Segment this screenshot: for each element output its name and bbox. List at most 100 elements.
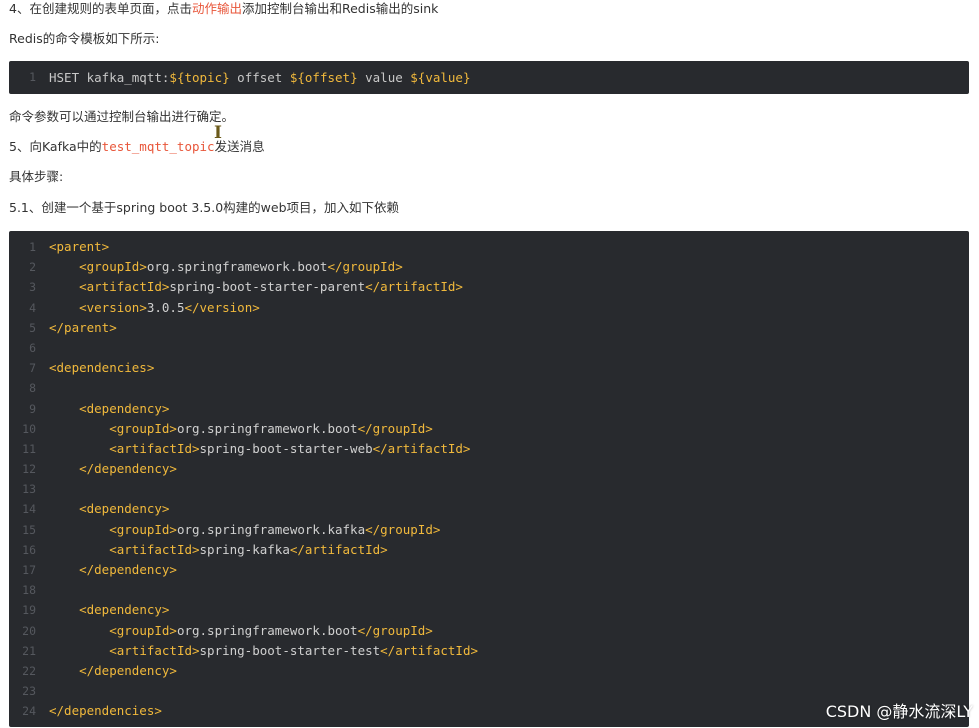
xml-text: spring-boot-starter-web: [199, 440, 373, 456]
steps-label: 具体步骤:: [9, 169, 64, 184]
code-segment: value: [357, 70, 411, 85]
code-line: 17 </dependency>: [9, 560, 969, 580]
xml-close-tag: </artifactId>: [380, 642, 478, 658]
line-number: 2: [29, 260, 36, 275]
xml-open-tag: <groupId>: [109, 420, 177, 436]
xml-close-tag: </artifactId>: [372, 440, 471, 456]
csdn-watermark: CSDN @静水流深LY: [825, 702, 973, 721]
code-line: 3 <artifactId> spring-boot-starter-parent…: [9, 277, 969, 297]
code-line: 1 HSET kafka_mqtt: ${topic} offset ${offse…: [9, 61, 969, 94]
code-line: 7 <dependencies>: [9, 358, 969, 378]
code-line: 15 <groupId> org.springframework.kafka </g…: [9, 520, 969, 540]
step5-prefix: 5、向Kafka中的: [9, 139, 102, 154]
code-line: 21 <artifactId> spring-boot-starter-test <…: [9, 641, 969, 661]
line-number: 10: [22, 421, 36, 436]
xml-open-tag: <artifactId>: [109, 642, 200, 658]
code-line: 19 <dependency>: [9, 600, 969, 620]
xml-close-tag: </groupId>: [327, 259, 403, 275]
xml-open-tag: <artifactId>: [109, 440, 200, 456]
xml-open-tag: <version>: [79, 299, 147, 315]
redis-template-label: Redis的命令模板如下所示:: [9, 31, 160, 46]
code-line: 2 <groupId> org.springframework.boot </gro…: [9, 257, 969, 277]
line-number: 3: [29, 280, 36, 295]
line-number: 4: [29, 300, 36, 315]
xml-text: org.springframework.kafka: [176, 521, 366, 537]
line-number: 9: [29, 401, 36, 416]
code-line: 5 </parent>: [9, 318, 969, 338]
xml-close-tag: </groupId>: [357, 420, 433, 436]
template-variable: ${offset}: [289, 70, 358, 85]
xml-open-tag: <dependency>: [79, 602, 170, 618]
line-number: 19: [22, 603, 36, 618]
code-line: 14 <dependency>: [9, 499, 969, 519]
line-number: 5: [29, 320, 36, 335]
xml-text: 3.0.5: [146, 299, 185, 315]
code-line: 18: [9, 580, 969, 600]
line-number: 18: [22, 583, 36, 598]
code-line: 4 <version> 3.0.5 </version>: [9, 298, 969, 318]
step4-paragraph: 4、在创建规则的表单页面，点击动作输出添加控制台输出和Redis输出的sink: [9, 0, 438, 18]
line-number: 16: [22, 542, 36, 557]
code-line: 16 <artifactId> spring-kafka </artifactId>: [9, 540, 969, 560]
code-line: 20 <groupId> org.springframework.boot </gr…: [9, 621, 969, 641]
xml-open-tag: </dependencies>: [49, 703, 162, 719]
xml-open-tag: <dependency>: [79, 400, 170, 416]
line-number: 17: [22, 563, 36, 577]
xml-close-tag: </groupId>: [365, 521, 441, 537]
xml-close-tag: </groupId>: [357, 622, 433, 638]
line-number: 14: [22, 502, 36, 517]
xml-text: spring-boot-starter-test: [199, 642, 381, 658]
xml-open-tag: </dependency>: [79, 662, 177, 678]
xml-text: org.springframework.boot: [146, 259, 328, 275]
step5-suffix: 发送消息: [214, 139, 265, 154]
line-number: 7: [29, 361, 36, 376]
code-line: 10 <groupId> org.springframework.boot </gr…: [9, 419, 969, 439]
code-line: 8: [9, 378, 969, 398]
action-output-link[interactable]: 动作输出: [192, 1, 242, 16]
pom-codeblock: 1 <parent> 2 <groupId> org.springframework.…: [9, 231, 969, 727]
topic-inline-code: test_mqtt_topic: [101, 139, 215, 154]
xml-open-tag: <groupId>: [109, 521, 177, 537]
xml-text: spring-boot-starter-parent: [169, 279, 366, 295]
code-line: 6: [9, 338, 969, 358]
xml-open-tag: </dependency>: [79, 461, 177, 477]
line-number: 1: [29, 240, 36, 254]
xml-open-tag: <dependencies>: [49, 360, 155, 376]
xml-text: org.springframework.boot: [176, 420, 358, 436]
line-number: 21: [22, 643, 36, 658]
code-line: 9 <dependency>: [9, 399, 969, 419]
code-segment: offset: [229, 70, 290, 85]
xml-open-tag: </dependency>: [79, 562, 177, 577]
line-number: 22: [22, 663, 36, 678]
xml-text: org.springframework.boot: [176, 622, 358, 638]
line-number: 12: [22, 462, 36, 477]
xml-open-tag: <dependency>: [79, 501, 170, 517]
code-line: 11 <artifactId> spring-boot-starter-web </…: [9, 439, 969, 459]
xml-text: spring-kafka: [199, 541, 290, 557]
command-params-note: 命令参数可以通过控制台输出进行确定。: [9, 109, 235, 124]
line-number: 8: [29, 381, 36, 396]
xml-close-tag: </artifactId>: [365, 279, 463, 295]
line-number: 15: [22, 522, 36, 537]
xml-open-tag: <artifactId>: [79, 279, 170, 295]
template-variable: ${value}: [410, 70, 471, 85]
line-number: 24: [22, 704, 36, 719]
step5-1-paragraph: 5.1、创建一个基于spring boot 3.5.0构建的web项目，加入如下…: [9, 200, 400, 215]
step5-paragraph: 5、向Kafka中的test_mqtt_topic发送消息: [9, 138, 265, 156]
xml-close-tag: </version>: [184, 299, 260, 315]
line-number: 1: [29, 70, 36, 84]
step4-prefix: 4、在创建规则的表单页面，点击: [9, 1, 192, 16]
